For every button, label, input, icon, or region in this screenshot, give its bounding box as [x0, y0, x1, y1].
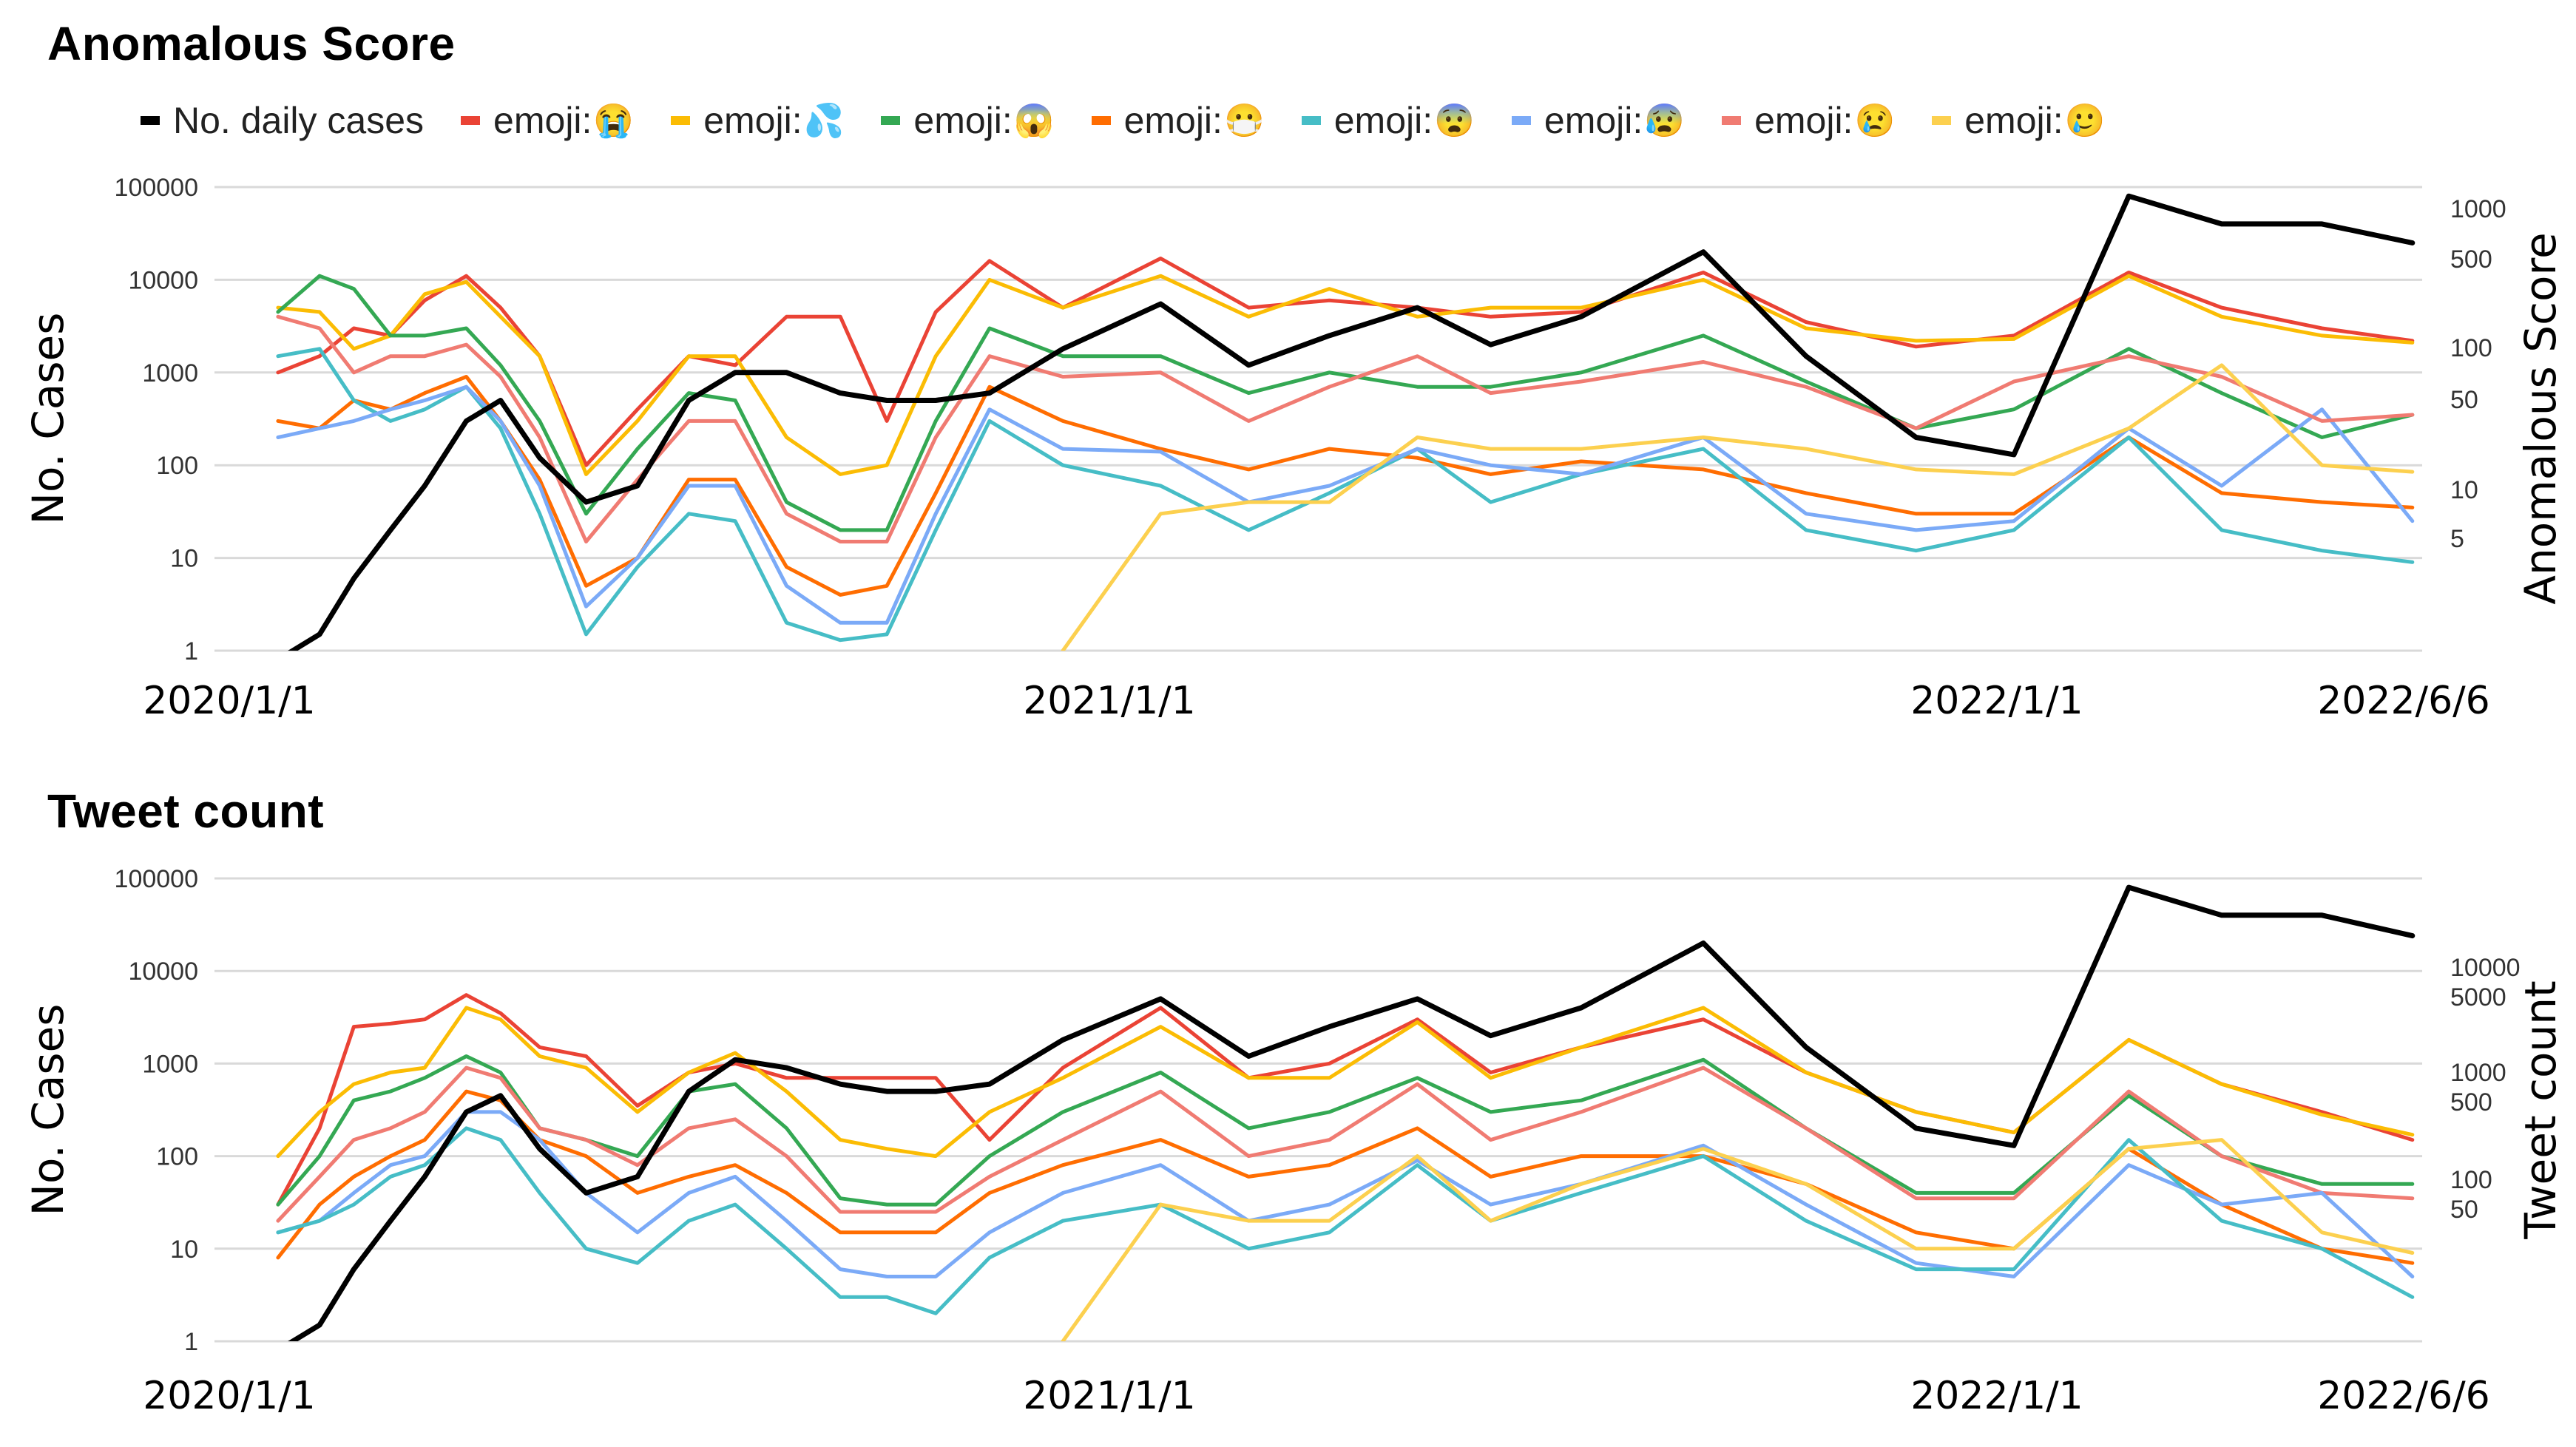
x-tick-label: 2022/6/6 — [2317, 1374, 2490, 1418]
series-emoji-2 — [276, 1006, 2415, 1159]
series-line — [276, 993, 2415, 1207]
series-line — [288, 884, 2416, 1341]
y-tick-label: 100000 — [115, 865, 198, 893]
plot-area: 1000001000010001001011000050001000500100… — [23, 865, 2566, 1418]
series-line — [276, 1089, 2415, 1265]
y2-tick-label: 1000 — [2450, 1059, 2506, 1087]
y-tick-label: 100 — [156, 1143, 198, 1171]
y-axis-label: No. Cases — [23, 1004, 73, 1216]
series-emoji-1 — [276, 993, 2415, 1207]
y2-tick-label: 5000 — [2450, 983, 2506, 1011]
y2-tick-label: 100 — [2450, 1166, 2492, 1194]
series-emoji-8 — [1061, 1138, 2415, 1341]
series-line — [1061, 1138, 2415, 1341]
y2-tick-label: 50 — [2450, 1196, 2478, 1224]
y2-tick-label: 10000 — [2450, 954, 2521, 982]
x-tick-label: 2020/1/1 — [143, 1374, 316, 1418]
chart-tweet-count: 1000001000010001001011000050001000500100… — [23, 865, 2566, 1418]
series-emoji-5 — [276, 1089, 2415, 1265]
x-tick-label: 2022/1/1 — [1910, 1374, 2083, 1418]
y2-axis-label: Tweet count — [2515, 980, 2566, 1239]
series-daily-cases — [288, 884, 2416, 1341]
y-tick-label: 1 — [184, 1328, 198, 1356]
y-tick-label: 10000 — [128, 958, 198, 986]
x-tick-label: 2021/1/1 — [1023, 1374, 1196, 1418]
y-tick-label: 1000 — [142, 1050, 198, 1078]
y2-tick-label: 500 — [2450, 1088, 2492, 1116]
series-line — [276, 1006, 2415, 1159]
y-tick-label: 10 — [170, 1236, 198, 1264]
